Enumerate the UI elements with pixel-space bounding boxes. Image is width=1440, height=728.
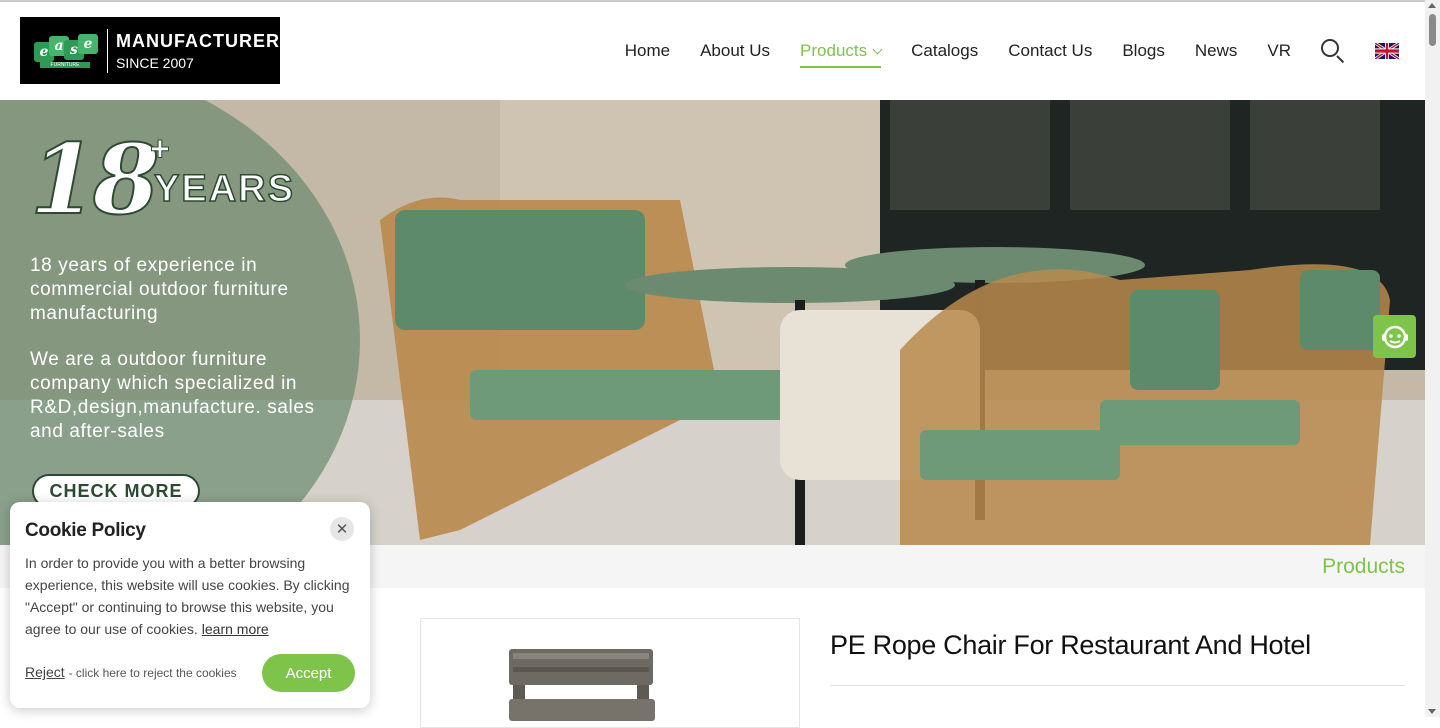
search-icon[interactable] [1321, 39, 1345, 64]
scrollbar-thumb[interactable] [1429, 14, 1436, 46]
chair-product-photo [509, 649, 655, 721]
hero-plus-sign: + [150, 130, 171, 169]
cookie-body: In order to provide you with a better br… [25, 552, 355, 640]
nav-blogs[interactable]: Blogs [1122, 31, 1165, 71]
logo-letter: e [78, 33, 98, 54]
logo-line-1: MANUFACTURER [116, 30, 280, 51]
logo-line-2: SINCE 2007 [116, 54, 194, 71]
nav-about-us[interactable]: About Us [700, 31, 770, 71]
customer-service-button[interactable] [1373, 315, 1416, 358]
section-title: Products [1322, 555, 1405, 578]
cookie-title: Cookie Policy [25, 520, 146, 541]
site-logo[interactable]: e a s e FURNITURE MANUFACTURER SINCE 200… [20, 17, 280, 84]
learn-more-link[interactable]: learn more [202, 621, 269, 637]
nav-label: Products [800, 41, 868, 60]
nav-catalogs[interactable]: Catalogs [911, 31, 978, 71]
cookie-text: In order to provide you with a better br… [25, 555, 350, 637]
hero-years-number: 18 [29, 123, 161, 236]
site-header: e a s e FURNITURE MANUFACTURER SINCE 200… [0, 2, 1425, 100]
main-nav: Home About Us Products Catalogs Contact … [595, 2, 1399, 100]
reject-link[interactable]: Reject [25, 664, 65, 680]
product-image[interactable] [420, 618, 800, 728]
uk-flag-icon[interactable] [1375, 43, 1399, 59]
scroll-down-arrow[interactable] [1428, 709, 1436, 714]
hero-paragraph-1: 18 years of experience in commercial out… [30, 255, 289, 324]
headset-icon [1381, 325, 1408, 348]
nav-contact-us[interactable]: Contact Us [1008, 31, 1092, 71]
hero-years-label: YEARS [153, 167, 295, 211]
nav-label: News [1194, 41, 1238, 60]
nav-label: Home [624, 41, 671, 60]
nav-news[interactable]: News [1195, 31, 1238, 71]
scroll-up-arrow[interactable] [1428, 3, 1436, 8]
hero-banner: 18 + YEARS 18 years of experience in com… [0, 100, 1425, 545]
nav-label: Catalogs [911, 41, 979, 60]
nav-label: About Us [700, 41, 771, 60]
cookie-reject-row: Reject - click here to reject the cookie… [25, 664, 237, 680]
nav-label: VR [1267, 41, 1291, 60]
cookie-policy-dialog: Cookie Policy ✕ In order to provide you … [10, 502, 370, 708]
logo-subtext: FURNITURE [40, 61, 90, 68]
ease-logo-mark: e a s e FURNITURE [34, 32, 98, 70]
reject-note: - click here to reject the cookies [68, 666, 237, 680]
product-title: PE Rope Chair For Restaurant And Hotel [830, 630, 1311, 660]
nav-home[interactable]: Home [625, 31, 670, 71]
chevron-down-icon [872, 44, 883, 54]
nav-label: Contact Us [1008, 41, 1093, 60]
page-scrollbar[interactable] [1425, 0, 1440, 717]
logo-text: MANUFACTURER SINCE 2007 [116, 31, 280, 71]
divider [830, 685, 1405, 686]
nav-vr[interactable]: VR [1267, 31, 1291, 71]
accept-button[interactable]: Accept [262, 654, 355, 692]
nav-products[interactable]: Products [800, 31, 883, 71]
hero-paragraph-2: We are a outdoor furniture company which… [30, 349, 315, 442]
nav-label: Blogs [1122, 41, 1165, 60]
close-icon[interactable]: ✕ [330, 517, 354, 541]
logo-divider [107, 28, 108, 73]
